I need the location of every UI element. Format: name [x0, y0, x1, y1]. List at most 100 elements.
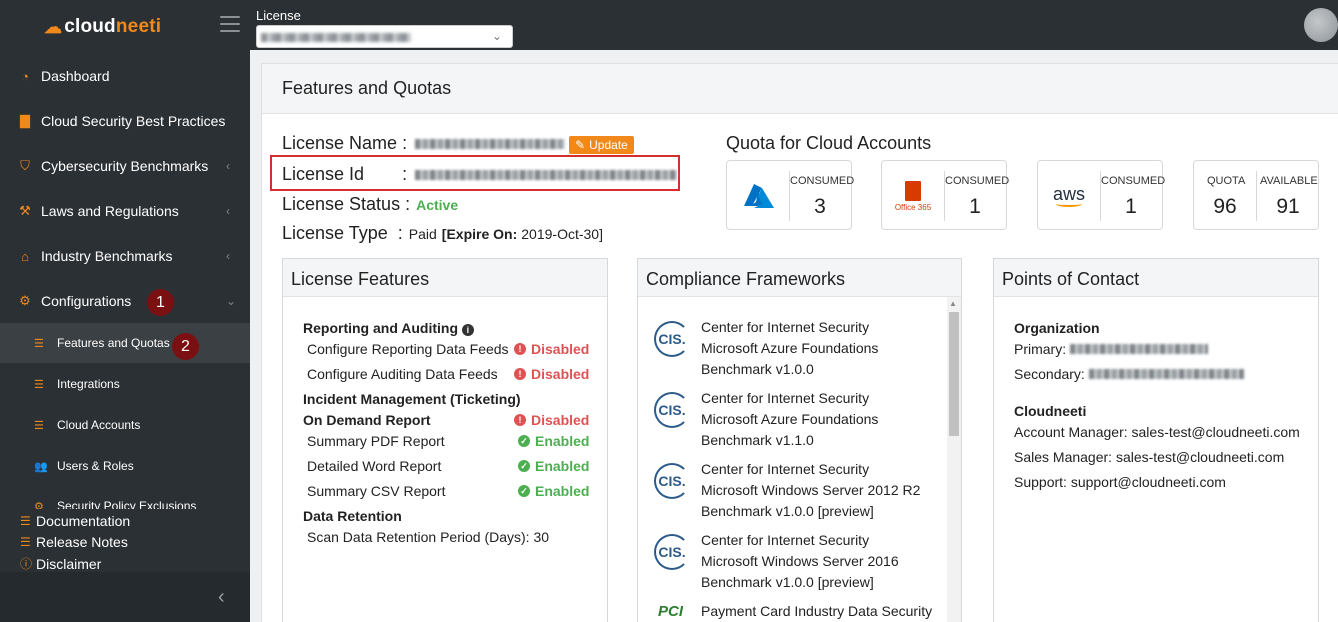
cis-logo-icon: CIS.	[654, 321, 690, 357]
footer-link-documentation[interactable]: ☰ Documentation	[20, 513, 130, 529]
exclamation-icon: !	[514, 368, 526, 380]
office365-consumed-value: 1	[969, 195, 981, 218]
status-text: Enabled	[535, 483, 590, 499]
sidebar-item-configurations[interactable]: ⚙ Configurations ⌄	[0, 279, 250, 323]
briefcase-icon: ▇	[20, 113, 30, 128]
incident-heading: Incident Management (Ticketing)	[303, 391, 521, 407]
cloudneeti-logo[interactable]: ☁ cloud neeti	[44, 14, 161, 40]
framework-line: Benchmark v1.1.0	[701, 432, 814, 448]
available-value: 91	[1276, 195, 1300, 218]
collapse-sidebar-icon[interactable]: ‹	[218, 586, 225, 609]
secondary-label: Secondary:	[1014, 366, 1085, 382]
list-icon: ☰	[20, 514, 31, 528]
license-id-row: License Id :	[282, 164, 678, 185]
dashboard-icon: ◔	[21, 68, 29, 84]
footer-link-label: Documentation	[36, 513, 131, 529]
license-type-value: Paid	[408, 226, 437, 242]
footer-link-label: Disclaimer	[36, 555, 102, 572]
edit-icon: ✎	[575, 138, 586, 152]
reporting-heading: Reporting and Auditing i	[303, 320, 474, 336]
compliance-frameworks-title: Compliance Frameworks	[638, 259, 961, 297]
separator: :	[405, 194, 411, 214]
framework-line: Payment Card Industry Data Security	[701, 603, 933, 619]
azure-logo-icon	[727, 161, 789, 231]
footer-link-release-notes[interactable]: ☰ Release Notes	[20, 534, 128, 550]
retention-heading: Data Retention	[303, 508, 402, 524]
scroll-up-icon[interactable]: ▲	[949, 299, 957, 308]
scrollbar-thumb[interactable]	[949, 312, 959, 436]
step-marker-1: 1	[147, 289, 174, 316]
sidebar-item-dashboard[interactable]: ◔ Dashboard	[0, 54, 250, 98]
info-icon[interactable]: i	[461, 324, 474, 336]
quota-card-total: QUOTA 96 AVAILABLE 91	[1193, 160, 1319, 230]
status-badge: ✓ Enabled	[518, 458, 589, 474]
redacted-license-name	[415, 139, 566, 149]
panel-header: Features and Quotas	[262, 64, 1338, 114]
chevron-down-icon: ⌄	[226, 294, 237, 308]
sidebar-subitem-label: Features and Quotas	[57, 336, 170, 350]
cloud-logo-icon: ☁	[44, 16, 63, 37]
framework-text: Center for Internet Security Microsoft W…	[701, 530, 899, 593]
sidebar-item-label: Dashboard	[41, 68, 110, 84]
sidebar-item-industry-benchmarks[interactable]: ⌂ Industry Benchmarks ‹	[0, 234, 250, 278]
quota-title: Quota for Cloud Accounts	[726, 133, 932, 153]
list-icon: ☰	[34, 419, 44, 432]
azure-consumed-value: 3	[814, 195, 826, 218]
sidebar-subitem-label: Cloud Accounts	[57, 418, 141, 432]
check-icon: ✓	[518, 435, 530, 447]
chevron-down-icon: ⌄	[491, 29, 502, 43]
chevron-left-icon: ‹	[226, 159, 230, 173]
office365-logo-icon: Office 365	[882, 161, 944, 231]
framework-text: Center for Internet Security Microsoft A…	[701, 317, 878, 380]
framework-line: Microsoft Azure Foundations	[701, 411, 879, 427]
sidebar-item-cloud-security-best-practices[interactable]: ▇ Cloud Security Best Practices	[0, 99, 250, 143]
chevron-left-icon: ‹	[226, 249, 230, 263]
status-badge: ! Disabled	[514, 412, 589, 428]
on-demand-heading: On Demand Report	[303, 412, 431, 428]
page-title: Features and Quotas	[282, 78, 452, 98]
license-status-row: License Status : Active	[282, 194, 458, 215]
sidebar-item-label: Cloud Security Best Practices	[41, 113, 226, 129]
sidebar-item-label: Cybersecurity Benchmarks	[41, 158, 209, 174]
features-quotas-panel: Features and Quotas License Name : ✎ Upda…	[261, 63, 1338, 622]
cloudneeti-heading: Cloudneeti	[1014, 403, 1087, 419]
sidebar-item-label: Industry Benchmarks	[41, 248, 173, 264]
status-text: Disabled	[531, 412, 590, 428]
framework-text: Center for Internet Security Microsoft A…	[701, 388, 878, 451]
bracket: ]	[599, 226, 603, 242]
license-status-label: License Status	[282, 194, 401, 214]
sidebar-item-cybersecurity-benchmarks[interactable]: ⛉ Cybersecurity Benchmarks ‹	[0, 144, 250, 188]
license-select-label: License	[256, 8, 301, 23]
check-icon: ✓	[518, 485, 530, 497]
primary-contact-row: Primary:	[1014, 341, 1209, 357]
expire-value: 2019-Oct-30	[521, 226, 600, 242]
sidebar-subitem-integrations[interactable]: ☰ Integrations	[0, 364, 250, 404]
primary-label: Primary:	[1014, 341, 1067, 357]
feature-label: Configure Reporting Data Feeds	[307, 341, 509, 357]
status-badge: ✓ Enabled	[518, 433, 589, 449]
reporting-heading-text: Reporting and Auditing	[303, 320, 459, 336]
quota-card-office365: Office 365 CONSUMED 1	[881, 160, 1009, 231]
footer-link-disclaimer[interactable]: ⓘ Disclaimer	[20, 555, 101, 572]
user-avatar[interactable]	[1304, 8, 1338, 42]
license-select[interactable]: ⌄	[256, 25, 513, 48]
hamburger-menu-icon[interactable]	[220, 16, 240, 32]
status-badge: ! Disabled	[514, 366, 589, 382]
sidebar-subitem-security-policy-exclusions[interactable]: ⚙ Security Policy Exclusions	[0, 497, 250, 509]
shield-icon: ⛉	[20, 158, 30, 173]
expire-label: Expire On:	[446, 226, 518, 242]
gear-icon: ⚙	[19, 293, 31, 308]
feature-label: Configure Auditing Data Feeds	[307, 366, 498, 382]
quota-value: 96	[1213, 195, 1237, 218]
cis-logo-icon: CIS.	[654, 392, 690, 428]
logo-text-neeti: neeti	[115, 16, 162, 37]
license-id-label: License Id	[282, 164, 365, 184]
sidebar-subitem-users-roles[interactable]: 👥 Users & Roles	[0, 446, 250, 486]
exclamation-icon: !	[514, 343, 526, 355]
sidebar-item-laws-and-regulations[interactable]: ⚒ Laws and Regulations ‹	[0, 189, 250, 233]
sidebar-subitem-cloud-accounts[interactable]: ☰ Cloud Accounts	[0, 405, 250, 445]
status-text: Enabled	[535, 458, 590, 474]
sidebar-subitem-features-and-quotas[interactable]: ☰ Features and Quotas	[0, 323, 250, 363]
update-button[interactable]: ✎ Update	[569, 136, 634, 154]
license-status-value: Active	[416, 197, 459, 213]
